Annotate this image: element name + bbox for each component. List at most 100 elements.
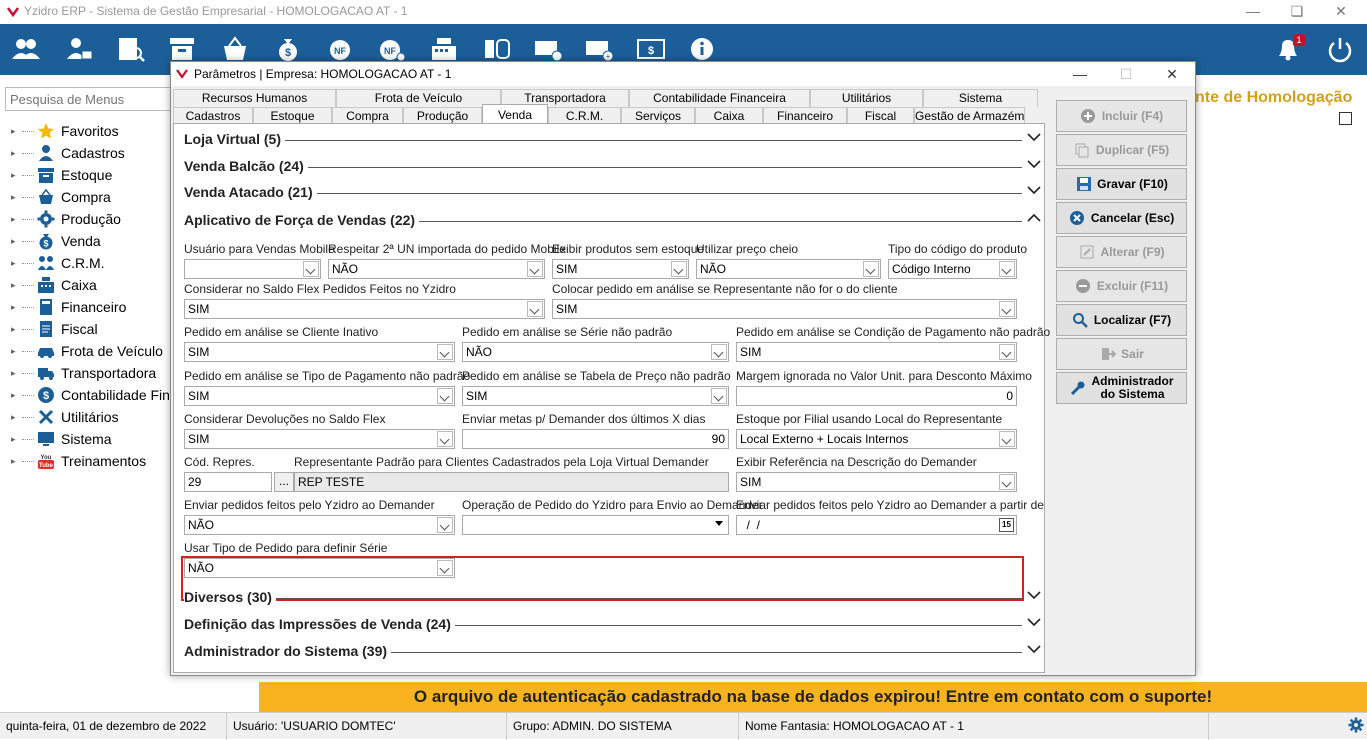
tab-sistema[interactable]: Sistema: [923, 89, 1038, 107]
add-money-icon[interactable]: +: [582, 34, 616, 64]
settings-gear-icon[interactable]: [1348, 717, 1364, 733]
expand-icon[interactable]: ▸: [11, 368, 20, 378]
exibir-sem-estoque-combo[interactable]: SIM: [552, 259, 689, 279]
respeitar-2un-combo[interactable]: NÃO: [328, 259, 545, 279]
sair-button[interactable]: Sair: [1056, 338, 1187, 370]
calendar-icon[interactable]: 15: [999, 518, 1014, 532]
expand-icon[interactable]: ▸: [11, 214, 20, 224]
expand-icon[interactable]: ▸: [11, 456, 20, 466]
nfe-icon[interactable]: NF: [323, 34, 357, 64]
menu-search-input[interactable]: [5, 87, 173, 111]
power-icon[interactable]: [1323, 34, 1357, 64]
usar-tipo-pedido-serie-combo[interactable]: NÃO: [184, 558, 455, 578]
expand-icon[interactable]: ▸: [11, 236, 20, 246]
localizar-button[interactable]: Localizar (F7): [1056, 304, 1187, 336]
money-card-icon[interactable]: [531, 34, 565, 64]
tipo-codigo-produto-combo[interactable]: Código Interno: [888, 259, 1017, 279]
section-loja-virtual[interactable]: Loja Virtual (5): [184, 128, 1042, 150]
exibir-referencia-combo[interactable]: SIM: [736, 472, 1017, 492]
tree-connector: [22, 262, 34, 264]
invoice-icon[interactable]: $: [634, 34, 668, 64]
section-administrador-sistema[interactable]: Administrador do Sistema (39): [184, 640, 1042, 662]
enviar-a-partir-de-date-input[interactable]: / / 15: [736, 515, 1017, 535]
incluir-button[interactable]: Incluir (F4): [1056, 100, 1187, 132]
analise-tipo-pagto-combo[interactable]: SIM: [184, 386, 455, 406]
estoque-por-filial-combo[interactable]: Local Externo + Locais Internos: [736, 429, 1017, 449]
administrador-sistema-button[interactable]: Administrador do Sistema: [1056, 372, 1187, 404]
admin-label-line1: Administrador: [1091, 374, 1174, 388]
truck-icon: [36, 363, 56, 383]
section-venda-balcao[interactable]: Venda Balcão (24): [184, 155, 1042, 177]
analise-condicao-pagto-combo[interactable]: SIM: [736, 342, 1017, 362]
chevron-down-icon: [1027, 591, 1041, 600]
sidebar-item-label: Financeiro: [61, 299, 127, 315]
expand-icon[interactable]: ▸: [11, 412, 20, 422]
restore-button[interactable]: ❏: [1275, 0, 1319, 24]
tab-utilit-rios[interactable]: Utilitários: [810, 89, 923, 107]
expand-icon[interactable]: ▸: [11, 324, 20, 334]
section-venda-atacado[interactable]: Venda Atacado (21): [184, 181, 1042, 203]
analise-condicao-pagto-label: Pedido em análise se Condição de Pagamen…: [736, 325, 1051, 339]
section-impressoes-venda[interactable]: Definição das Impressões de Venda (24): [184, 613, 1042, 635]
expand-icon[interactable]: ▸: [11, 148, 20, 158]
section-aplicativo-forca-vendas[interactable]: Aplicativo de Força de Vendas (22): [184, 209, 1042, 231]
expand-icon[interactable]: ▸: [11, 302, 20, 312]
background-checkbox[interactable]: [1339, 112, 1352, 125]
close-button[interactable]: ✕: [1319, 0, 1363, 24]
section-diversos[interactable]: Diversos (30): [184, 586, 1042, 608]
user-card-icon[interactable]: [62, 34, 96, 64]
search-document-icon[interactable]: [114, 34, 148, 64]
expand-icon[interactable]: ▸: [11, 126, 20, 136]
gravar-button[interactable]: Gravar (F10): [1056, 168, 1187, 200]
analise-cliente-inativo-combo[interactable]: SIM: [184, 342, 455, 362]
cod-repres-input[interactable]: 29: [184, 472, 272, 492]
excluir-button[interactable]: Excluir (F11): [1056, 270, 1187, 302]
enviar-pedidos-demander-combo[interactable]: NÃO: [184, 515, 455, 535]
expand-icon[interactable]: ▸: [11, 192, 20, 202]
devolucoes-saldo-flex-combo[interactable]: SIM: [184, 429, 455, 449]
wrench-icon: [1069, 380, 1086, 397]
svg-text:$: $: [43, 239, 48, 249]
tab-recursos-humanos[interactable]: Recursos Humanos: [173, 89, 336, 107]
duplicar-button[interactable]: Duplicar (F5): [1056, 134, 1187, 166]
svg-text:$: $: [43, 390, 49, 402]
expand-icon[interactable]: ▸: [11, 434, 20, 444]
dialog-minimize-button[interactable]: —: [1057, 62, 1103, 86]
expand-icon[interactable]: ▸: [11, 258, 20, 268]
parameters-dialog: Parâmetros | Empresa: HOMOLOGACAO AT - 1…: [170, 61, 1196, 676]
saldo-flex-yzidro-combo[interactable]: SIM: [184, 299, 545, 319]
tab-frota-de-ve-culo[interactable]: Frota de Veículo: [336, 89, 501, 107]
expand-icon[interactable]: ▸: [11, 390, 20, 400]
estoque-por-filial-label: Estoque por Filial usando Local do Repre…: [736, 412, 1003, 426]
sidebar-item-label: Frota de Veículo: [61, 343, 163, 359]
cash-register-icon[interactable]: [427, 34, 461, 64]
basket-icon[interactable]: [218, 34, 252, 64]
enviar-metas-input[interactable]: 90: [462, 429, 729, 449]
margem-ignorada-input[interactable]: 0: [736, 386, 1017, 406]
expand-icon[interactable]: ▸: [11, 346, 20, 356]
archive-icon[interactable]: [165, 34, 199, 64]
operacao-pedido-combo[interactable]: [462, 515, 729, 535]
info-icon[interactable]: [685, 34, 719, 64]
analise-tabela-preco-combo[interactable]: SIM: [462, 386, 729, 406]
usuario-vendas-mobile-combo[interactable]: [184, 259, 321, 279]
window-titlebar: Yzidro ERP - Sistema de Gestão Empresari…: [0, 0, 1367, 24]
barcode-icon[interactable]: [480, 34, 514, 64]
expand-icon[interactable]: ▸: [11, 170, 20, 180]
tab-venda[interactable]: Venda: [482, 104, 548, 125]
pedido-analise-representante-combo[interactable]: SIM: [552, 299, 1017, 319]
alterar-button[interactable]: Alterar (F9): [1056, 236, 1187, 268]
nfe-settings-icon[interactable]: NF: [375, 34, 409, 64]
dialog-close-button[interactable]: ✕: [1149, 62, 1195, 86]
cancelar-button[interactable]: Cancelar (Esc): [1056, 202, 1187, 234]
utilizar-preco-cheio-combo[interactable]: NÃO: [696, 259, 881, 279]
analise-serie-combo[interactable]: NÃO: [462, 342, 729, 362]
money-bag-icon[interactable]: $: [271, 34, 305, 64]
users-icon[interactable]: [9, 34, 43, 64]
cod-repres-search-button[interactable]: ...: [274, 472, 294, 492]
expand-icon[interactable]: ▸: [11, 280, 20, 290]
minimize-button[interactable]: —: [1231, 0, 1275, 24]
tab-contabilidade-financeira[interactable]: Contabilidade Financeira: [629, 89, 810, 107]
notification-icon[interactable]: 1: [1271, 34, 1305, 64]
devolucoes-saldo-flex-label: Considerar Devoluções no Saldo Flex: [184, 412, 386, 426]
